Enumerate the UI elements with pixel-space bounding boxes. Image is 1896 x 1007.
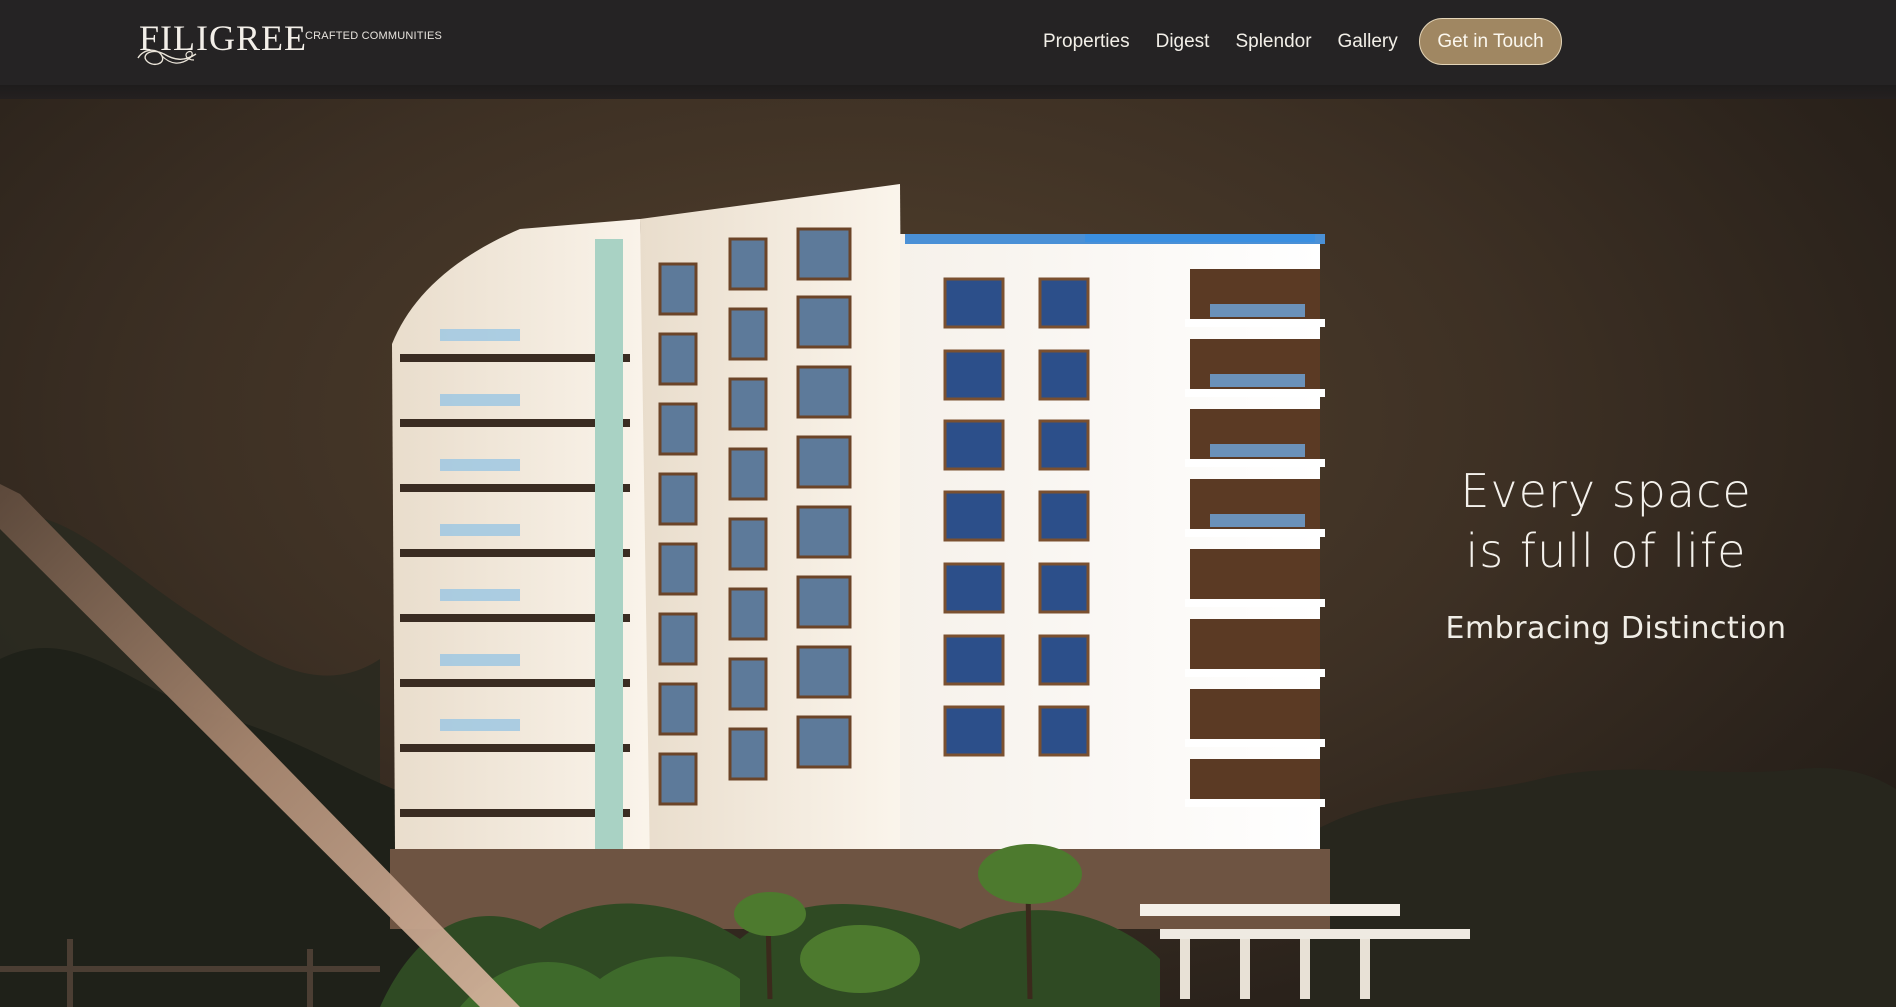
nav-item-gallery[interactable]: Gallery — [1338, 30, 1398, 56]
nav-item-splendor[interactable]: Splendor — [1235, 30, 1311, 56]
main-nav: Properties Digest Splendor Gallery — [1043, 30, 1424, 56]
hero-banner: Every space is full of life Embracing Di… — [0, 99, 1896, 1007]
site-header: FILIGREE CRAFTED COMMUNITIES Properties … — [0, 0, 1896, 85]
hero-headline-line1: Every space — [1460, 464, 1752, 518]
hero-headline: Every space is full of life — [1396, 461, 1816, 581]
header-shadow — [0, 85, 1896, 99]
get-in-touch-button[interactable]: Get in Touch — [1419, 18, 1562, 65]
nav-item-properties[interactable]: Properties — [1043, 30, 1130, 56]
brand-name: FILIGREE — [139, 18, 307, 58]
brand-tagline: CRAFTED COMMUNITIES — [305, 30, 443, 42]
hero-subheadline: Embracing Distinction — [1445, 611, 1787, 646]
hero-headline-line2: is full of life — [1465, 524, 1747, 578]
nav-item-digest[interactable]: Digest — [1156, 30, 1210, 56]
